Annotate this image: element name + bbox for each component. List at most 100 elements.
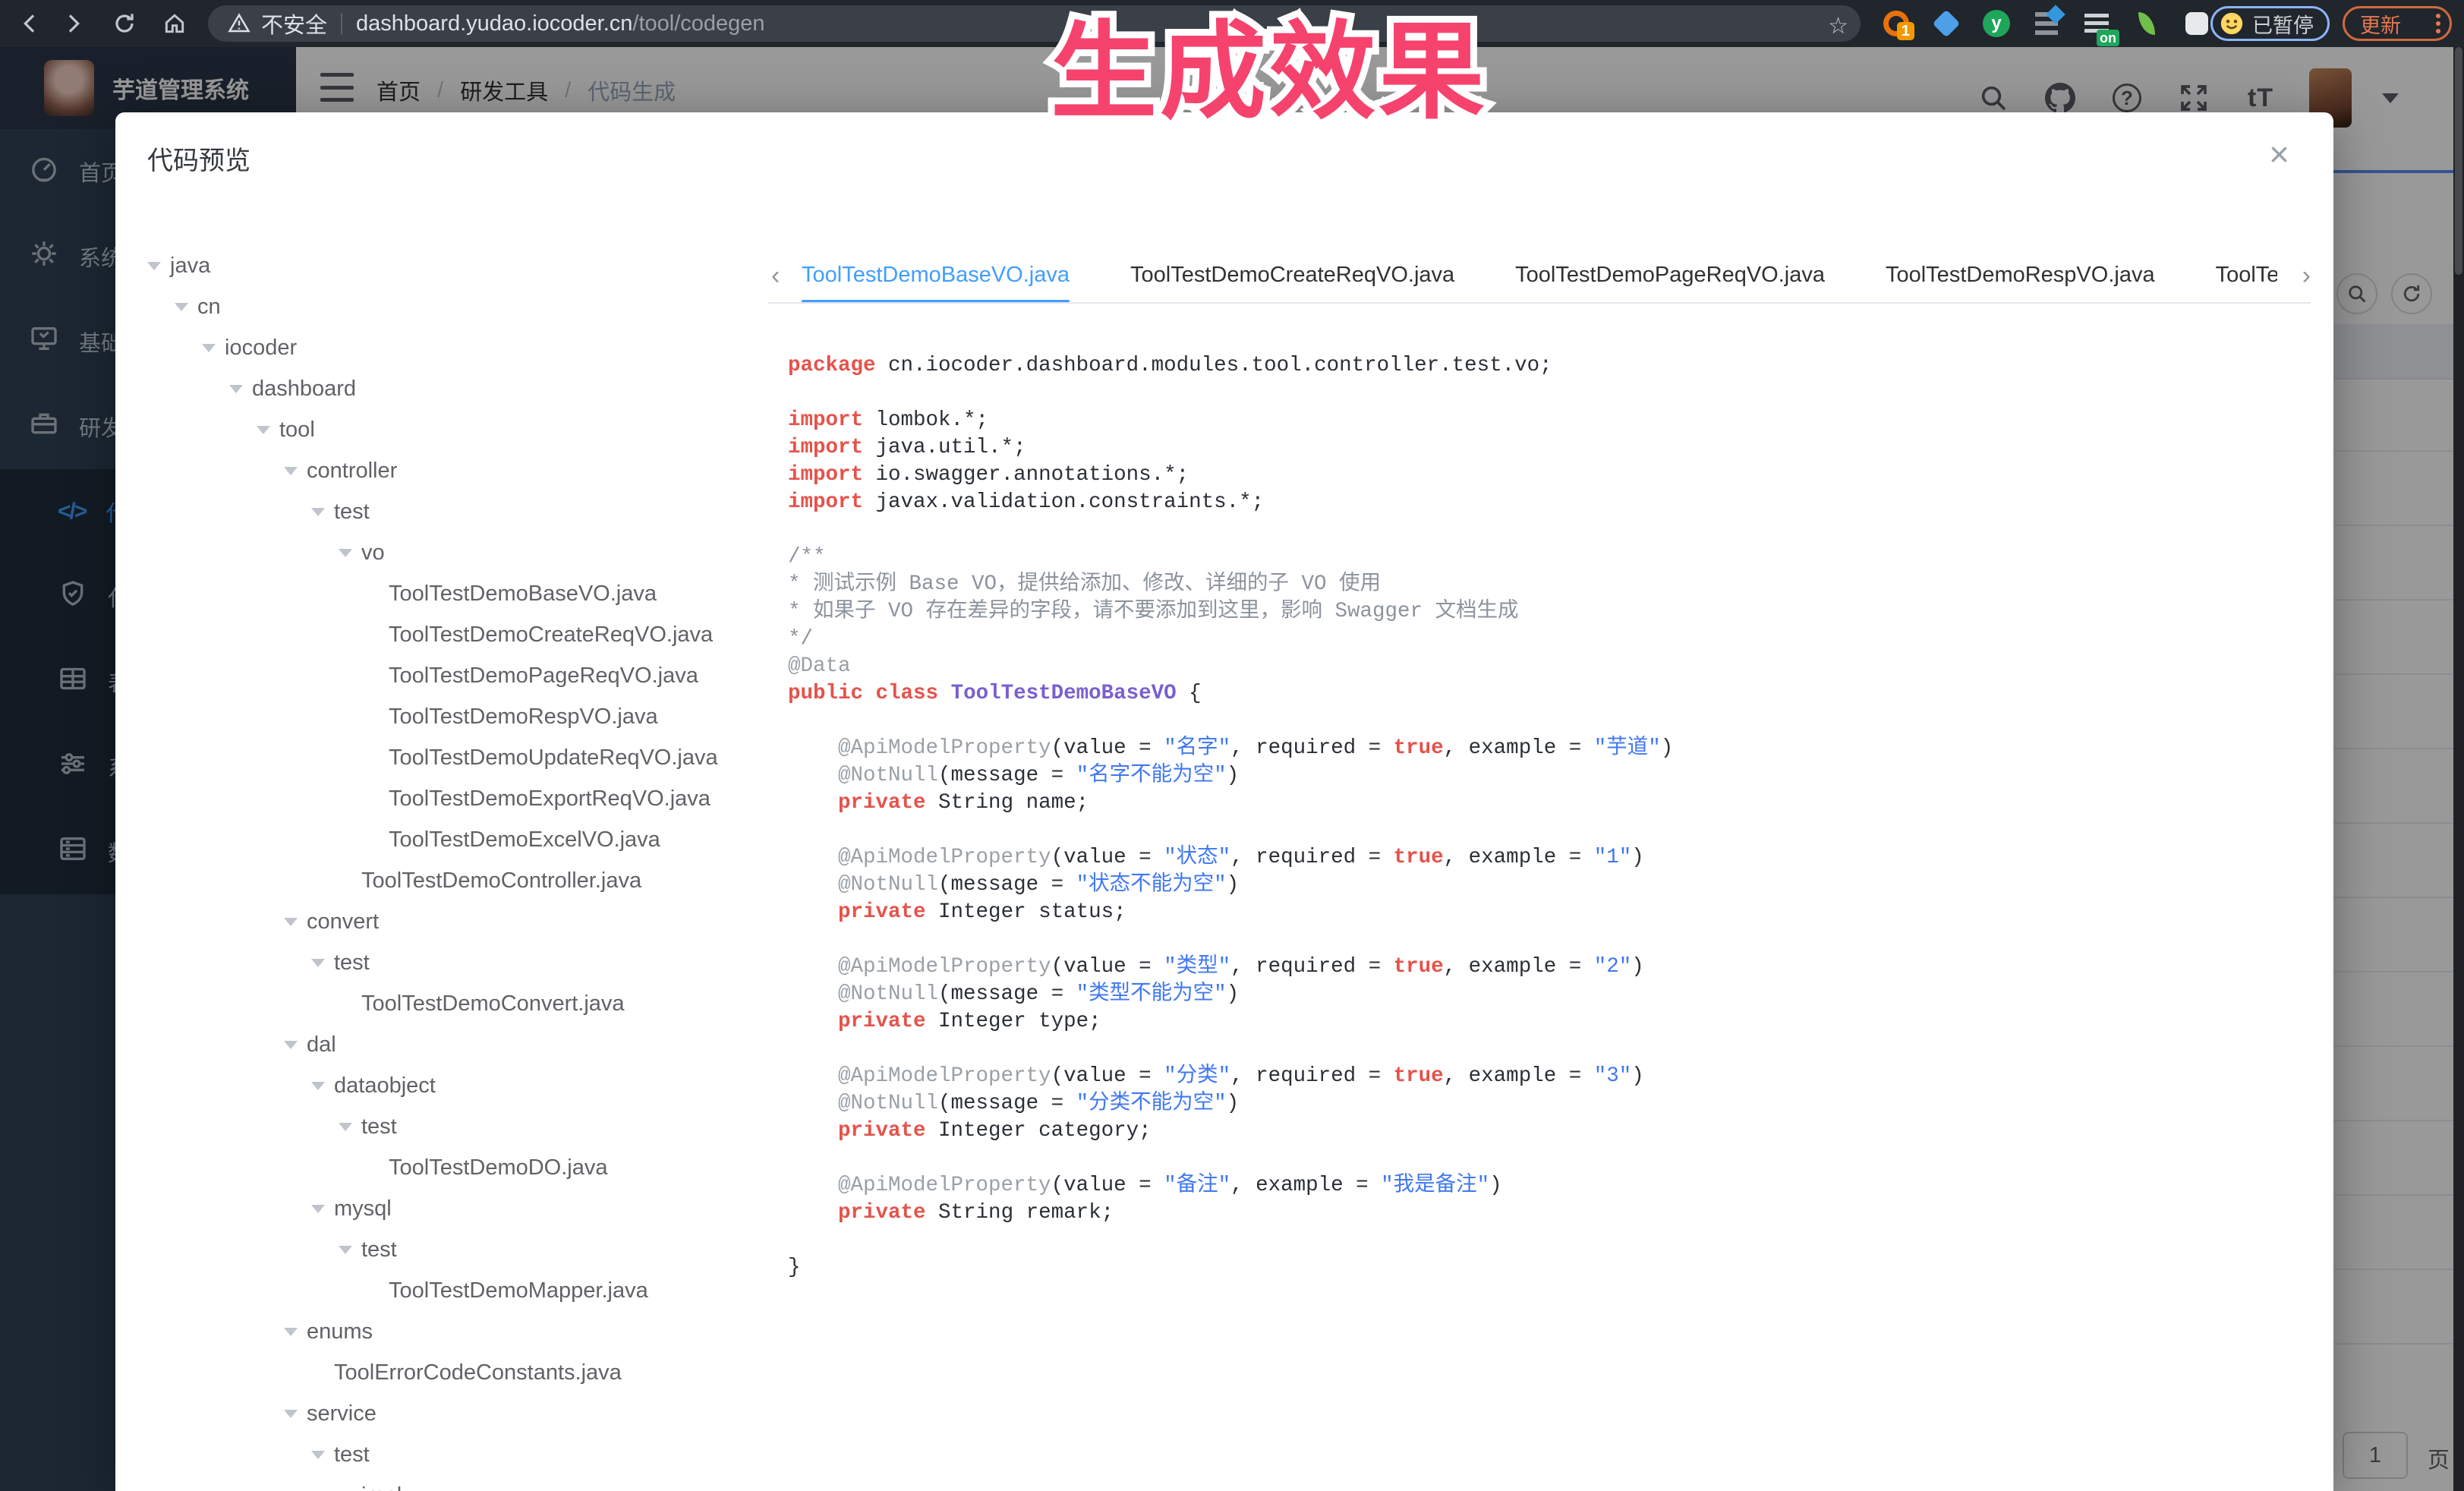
- caret-down-icon[interactable]: [202, 344, 225, 352]
- tree-node-label: java: [170, 254, 210, 279]
- extension-badge: 1: [1897, 22, 1914, 40]
- tree-folder[interactable]: mysql: [147, 1188, 755, 1229]
- caret-down-icon[interactable]: [339, 1123, 361, 1131]
- caret-down-icon[interactable]: [311, 1205, 334, 1213]
- forward-icon[interactable]: [56, 7, 90, 40]
- extensions-row: 1 y on: [1881, 6, 2212, 41]
- tree-file[interactable]: ToolErrorCodeConstants.java: [147, 1352, 755, 1393]
- tree-node-label: test: [334, 950, 370, 976]
- caret-down-icon[interactable]: [311, 959, 334, 967]
- tree-folder[interactable]: convert: [147, 901, 755, 942]
- home-icon[interactable]: [158, 7, 191, 40]
- tree-folder[interactable]: test: [147, 1106, 755, 1147]
- tree-file[interactable]: ToolTestDemoRespVO.java: [147, 696, 755, 737]
- code-line: * 测试示例 Base VO，提供给添加、修改、详细的子 VO 使用: [788, 571, 2299, 598]
- extension-green-circle-icon[interactable]: y: [1981, 8, 2012, 39]
- tree-folder[interactable]: dashboard: [147, 368, 755, 409]
- tree-file[interactable]: ToolTestDemoBaseVO.java: [147, 573, 755, 614]
- file-tabs: ‹ ToolTestDemoBaseVO.java ToolTestDemoCre…: [768, 251, 2311, 304]
- tree-file[interactable]: ToolTestDemoExcelVO.java: [147, 819, 755, 860]
- tree-node-label: ToolTestDemoExcelVO.java: [389, 827, 660, 853]
- tree-folder[interactable]: test: [147, 1229, 755, 1270]
- url-path[interactable]: /tool/codegen: [632, 11, 764, 36]
- tree-node-label: ToolTestDemoBaseVO.java: [389, 582, 657, 607]
- back-icon[interactable]: [14, 7, 47, 40]
- caret-down-icon[interactable]: [339, 549, 361, 557]
- tree-file[interactable]: ToolTestDemoUpdateReqVO.java: [147, 737, 755, 778]
- tree-folder[interactable]: impl: [147, 1475, 755, 1491]
- file-tab[interactable]: ToolTestDemoCreateReqVO.java: [1130, 251, 1454, 304]
- close-icon[interactable]: ×: [2269, 137, 2289, 172]
- caret-down-icon[interactable]: [311, 508, 334, 516]
- tree-folder[interactable]: dal: [147, 1024, 755, 1065]
- tree-folder[interactable]: test: [147, 942, 755, 983]
- update-button[interactable]: 更新: [2343, 6, 2452, 41]
- tree-file[interactable]: ToolTestDemoController.java: [147, 860, 755, 901]
- caret-down-icon[interactable]: [284, 467, 307, 475]
- file-tab[interactable]: ToolTestDemoRespVO.java: [1886, 251, 2155, 304]
- caret-down-icon[interactable]: [284, 1328, 307, 1336]
- scrollbar-thumb[interactable]: [2455, 47, 2462, 275]
- extension-on-badge: on: [2097, 30, 2119, 46]
- page-scrollbar[interactable]: [2453, 47, 2464, 1491]
- extension-grid-icon[interactable]: [2031, 8, 2062, 39]
- annotation-stamp: 生成效果 生成效果: [1051, 14, 1488, 131]
- extension-list-icon[interactable]: on: [2081, 8, 2112, 39]
- chrome-menu-icon[interactable]: [2436, 14, 2440, 33]
- reload-icon[interactable]: [108, 7, 141, 40]
- file-tab[interactable]: ToolTe: [2216, 251, 2277, 304]
- tree-file[interactable]: ToolTestDemoCreateReqVO.java: [147, 614, 755, 655]
- address-bar[interactable]: 不安全 dashboard.yudao.iocoder.cn /tool/cod…: [208, 5, 1861, 42]
- tree-node-label: mysql: [334, 1196, 392, 1221]
- caret-down-icon[interactable]: [257, 426, 279, 434]
- extension-orange-icon[interactable]: 1: [1881, 8, 1911, 39]
- tree-node-label: vo: [361, 541, 385, 566]
- tree-folder[interactable]: vo: [147, 532, 755, 573]
- tree-folder[interactable]: dataobject: [147, 1065, 755, 1106]
- security-label[interactable]: 不安全: [261, 8, 327, 39]
- tree-file[interactable]: ToolTestDemoPageReqVO.java: [147, 655, 755, 696]
- tree-file[interactable]: ToolTestDemoDO.java: [147, 1147, 755, 1188]
- tabs-divider: [768, 302, 2311, 304]
- tree-folder[interactable]: controller: [147, 450, 755, 491]
- caret-down-icon[interactable]: [284, 1041, 307, 1049]
- code-line: * 如果子 VO 存在差异的字段，请不要添加到这里，影响 Swagger 文档生…: [788, 598, 2299, 626]
- tree-folder[interactable]: tool: [147, 409, 755, 450]
- caret-down-icon[interactable]: [311, 1451, 334, 1459]
- tree-folder[interactable]: iocoder: [147, 327, 755, 368]
- caret-down-icon[interactable]: [229, 385, 252, 393]
- caret-down-icon[interactable]: [175, 303, 197, 311]
- tree-file[interactable]: ToolTestDemoExportReqVO.java: [147, 778, 755, 819]
- tree-node-label: ToolTestDemoMapper.java: [389, 1278, 648, 1303]
- tabs-scroll-left-icon[interactable]: ‹: [771, 261, 780, 291]
- tree-node-label: tool: [279, 418, 315, 443]
- tree-folder[interactable]: service: [147, 1393, 755, 1434]
- tree-folder[interactable]: enums: [147, 1311, 755, 1352]
- code-line: [788, 1036, 2299, 1063]
- file-tree: javacniocoderdashboardtoolcontrollertest…: [147, 245, 755, 1491]
- tree-folder[interactable]: java: [147, 245, 755, 286]
- extension-puzzle-icon[interactable]: [2182, 8, 2212, 39]
- extension-gem-icon[interactable]: [1931, 8, 1961, 39]
- bookmark-star-icon[interactable]: ☆: [1828, 13, 1848, 39]
- tree-file[interactable]: ToolTestDemoMapper.java: [147, 1270, 755, 1311]
- url-domain[interactable]: dashboard.yudao.iocoder.cn: [356, 11, 632, 36]
- tree-folder[interactable]: test: [147, 1434, 755, 1475]
- file-tab[interactable]: ToolTestDemoBaseVO.java: [802, 251, 1070, 304]
- caret-down-icon[interactable]: [147, 262, 170, 270]
- code-line: import io.swagger.annotations.*;: [788, 462, 2299, 489]
- paused-extension-pill[interactable]: 已暂停: [2210, 6, 2330, 41]
- caret-down-icon[interactable]: [339, 1246, 361, 1254]
- caret-down-icon[interactable]: [284, 918, 307, 926]
- code-line: @ApiModelProperty(value = "分类", required…: [788, 1063, 2299, 1090]
- tree-node-label: test: [361, 1237, 397, 1262]
- caret-down-icon[interactable]: [311, 1082, 334, 1090]
- code-line: [788, 1145, 2299, 1172]
- tabs-scroll-right-icon[interactable]: ›: [2302, 261, 2311, 291]
- tree-folder[interactable]: test: [147, 491, 755, 532]
- file-tab[interactable]: ToolTestDemoPageReqVO.java: [1515, 251, 1825, 304]
- tree-file[interactable]: ToolTestDemoConvert.java: [147, 983, 755, 1024]
- extension-leaf-icon[interactable]: [2132, 8, 2162, 39]
- tree-folder[interactable]: cn: [147, 286, 755, 327]
- caret-down-icon[interactable]: [284, 1410, 307, 1418]
